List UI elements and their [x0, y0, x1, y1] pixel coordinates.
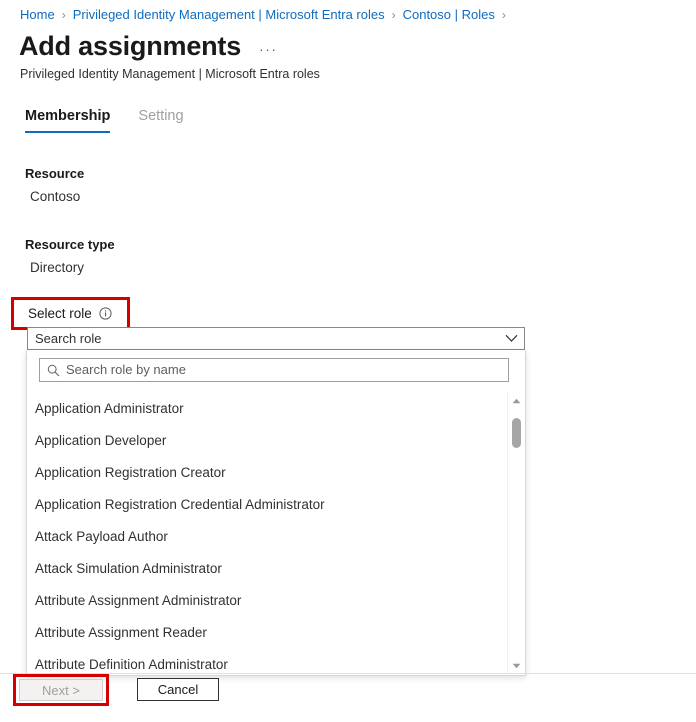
next-button[interactable]: Next > [19, 679, 103, 701]
role-search-input[interactable]: Search role by name [39, 358, 509, 382]
resource-type-field: Resource type Directory [25, 236, 115, 277]
page-title: Add assignments [19, 30, 241, 62]
breadcrumb-item-home[interactable]: Home [20, 7, 55, 23]
resource-field: Resource Contoso [25, 165, 84, 206]
page-header: Add assignments ··· [19, 30, 278, 62]
role-option[interactable]: Attribute Assignment Reader [27, 616, 525, 648]
select-role-combobox[interactable]: Search role [27, 327, 525, 350]
cancel-button[interactable]: Cancel [137, 678, 219, 701]
role-option[interactable]: Application Registration Credential Admi… [27, 488, 525, 520]
role-option[interactable]: Application Developer [27, 424, 525, 456]
resource-value: Contoso [25, 188, 84, 206]
select-role-highlight-box: Select role [11, 297, 130, 330]
info-icon[interactable] [99, 307, 112, 320]
resource-type-label: Resource type [25, 236, 115, 254]
next-button-highlight-box: Next > [13, 674, 109, 706]
page-subtitle: Privileged Identity Management | Microso… [20, 66, 320, 82]
role-option[interactable]: Attack Simulation Administrator [27, 552, 525, 584]
tab-membership[interactable]: Membership [25, 106, 110, 133]
role-option[interactable]: Attack Payload Author [27, 520, 525, 552]
chevron-down-icon[interactable] [504, 332, 518, 346]
breadcrumb-item-contoso-roles[interactable]: Contoso | Roles [403, 7, 495, 23]
role-option[interactable]: Attribute Definition Administrator [27, 648, 525, 675]
breadcrumb: Home › Privileged Identity Management | … [20, 7, 513, 23]
resource-label: Resource [25, 165, 84, 183]
scroll-up-arrow-icon[interactable] [508, 392, 524, 409]
role-option-list: Application Administrator Application De… [27, 392, 525, 675]
select-role-combobox-value: Search role [35, 330, 504, 348]
tab-bar: Membership Setting [25, 106, 212, 133]
breadcrumb-separator-icon: › [392, 7, 396, 23]
search-icon [46, 363, 60, 377]
tab-setting[interactable]: Setting [138, 106, 183, 133]
resource-type-value: Directory [25, 259, 115, 277]
select-role-label: Select role [28, 305, 92, 323]
role-option[interactable]: Application Registration Creator [27, 456, 525, 488]
role-search-placeholder: Search role by name [66, 361, 186, 379]
breadcrumb-separator-icon: › [62, 7, 66, 23]
role-dropdown-panel: Search role by name Application Administ… [26, 350, 526, 676]
role-option[interactable]: Attribute Assignment Administrator [27, 584, 525, 616]
breadcrumb-separator-icon: › [502, 7, 506, 23]
scrollbar-thumb[interactable] [512, 418, 521, 448]
more-options-icon[interactable]: ··· [259, 41, 278, 57]
role-list-scrollbar[interactable] [507, 392, 524, 674]
scroll-down-arrow-icon[interactable] [508, 657, 524, 674]
role-option[interactable]: Application Administrator [27, 392, 525, 424]
breadcrumb-item-pim[interactable]: Privileged Identity Management | Microso… [73, 7, 385, 23]
